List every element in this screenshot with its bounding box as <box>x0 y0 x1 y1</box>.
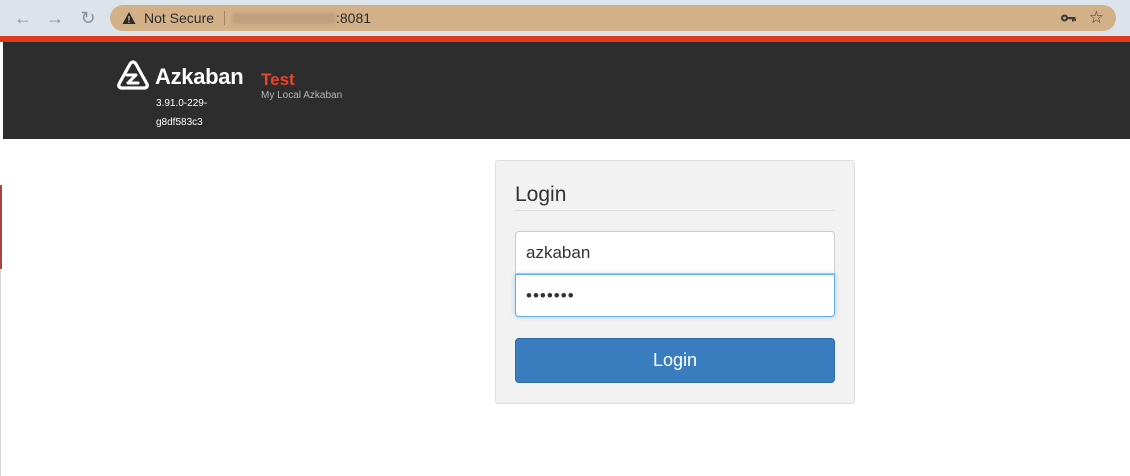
reload-icon[interactable]: ↻ <box>77 7 99 29</box>
back-arrow-icon[interactable]: ← <box>12 7 34 29</box>
url-text[interactable]: :8081 <box>336 5 371 31</box>
login-divider <box>515 210 835 211</box>
address-bar[interactable]: Not Secure :8081 ☆ <box>110 5 1116 31</box>
environment-description: My Local Azkaban <box>261 90 343 101</box>
address-divider <box>224 11 225 25</box>
bookmark-star-icon[interactable]: ☆ <box>1089 5 1104 31</box>
version-label: 3.91.0-229-g8df583c3 <box>156 98 208 128</box>
forward-arrow-icon[interactable]: → <box>44 7 66 29</box>
username-input[interactable] <box>515 231 835 274</box>
page-edge-marker <box>0 185 2 269</box>
environment-name: Test <box>261 70 295 89</box>
page-edge-line <box>0 270 1 476</box>
key-icon[interactable] <box>1060 11 1076 25</box>
azkaban-logo-icon[interactable] <box>117 60 149 90</box>
login-button[interactable]: Login <box>515 338 835 383</box>
login-title: Login <box>515 183 567 206</box>
redacted-host <box>232 13 336 24</box>
brand-name[interactable]: Azkaban <box>155 64 244 90</box>
app-header: Azkaban 3.91.0-229-g8df583c3 Test My Loc… <box>3 42 1130 139</box>
password-input[interactable] <box>515 274 835 317</box>
browser-toolbar: ← → ↻ Not Secure :8081 ☆ <box>0 0 1130 36</box>
login-panel: Login Login <box>495 160 855 404</box>
security-status-label[interactable]: Not Secure <box>144 5 214 31</box>
warning-triangle-icon[interactable] <box>122 11 136 25</box>
